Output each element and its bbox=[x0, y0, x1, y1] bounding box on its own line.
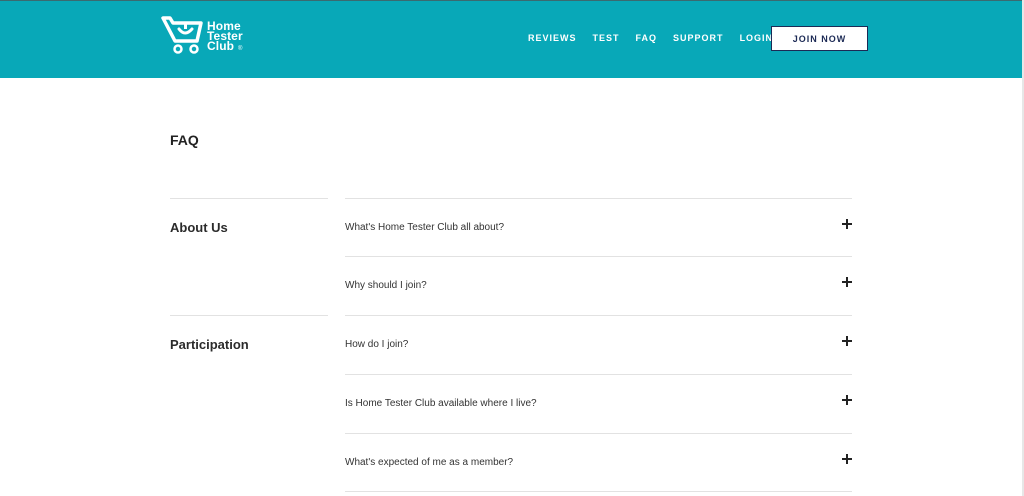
main-nav: REVIEWS TEST FAQ SUPPORT LOGIN bbox=[528, 32, 789, 44]
faq-question: Is Home Tester Club available where I li… bbox=[345, 398, 537, 409]
faq-question: How do I join? bbox=[345, 339, 409, 350]
page-title: FAQ bbox=[170, 132, 199, 148]
faq-item[interactable]: Is Home Tester Club available where I li… bbox=[345, 374, 852, 433]
category-label: About Us bbox=[170, 220, 228, 235]
plus-icon[interactable] bbox=[842, 277, 852, 287]
faq-item[interactable]: What's expected of me as a member? bbox=[345, 433, 852, 492]
nav-faq[interactable]: FAQ bbox=[636, 32, 658, 44]
faq-item[interactable]: How do I join? bbox=[345, 315, 852, 374]
plus-icon[interactable] bbox=[842, 454, 852, 464]
site-header: Home Tester Club ® REVIEWS TEST FAQ SUPP… bbox=[0, 0, 1022, 78]
nav-test[interactable]: TEST bbox=[593, 32, 620, 44]
faq-item[interactable]: Why should I join? bbox=[345, 256, 852, 315]
category-about-us: About Us bbox=[170, 198, 328, 235]
plus-icon[interactable] bbox=[842, 395, 852, 405]
shopping-cart-icon bbox=[161, 16, 203, 54]
plus-icon[interactable] bbox=[842, 336, 852, 346]
faq-divider bbox=[345, 491, 852, 496]
nav-reviews[interactable]: REVIEWS bbox=[528, 32, 577, 44]
registered-mark: ® bbox=[238, 46, 243, 52]
nav-support[interactable]: SUPPORT bbox=[673, 32, 724, 44]
category-label: Participation bbox=[170, 337, 249, 352]
join-now-button[interactable]: JOIN NOW bbox=[771, 26, 868, 51]
category-participation: Participation bbox=[170, 315, 328, 352]
faq-question: Why should I join? bbox=[345, 280, 427, 291]
faq-item[interactable]: What's Home Tester Club all about? bbox=[345, 198, 852, 257]
plus-icon[interactable] bbox=[842, 219, 852, 229]
faq-question: What's expected of me as a member? bbox=[345, 457, 514, 468]
faq-question: What's Home Tester Club all about? bbox=[345, 222, 505, 233]
nav-login[interactable]: LOGIN bbox=[740, 32, 774, 44]
home-tester-club-logo[interactable]: Home Tester Club ® bbox=[161, 15, 261, 57]
